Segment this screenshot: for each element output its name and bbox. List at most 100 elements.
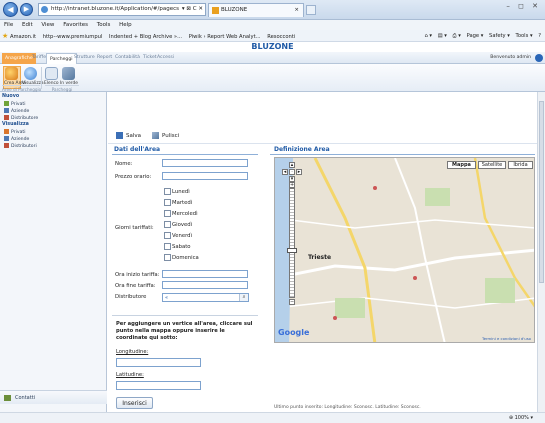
menu-help[interactable]: Help (119, 22, 132, 28)
save-button[interactable]: Salva (116, 128, 141, 144)
zoom-slider-thumb[interactable] (287, 248, 297, 253)
sidebar-item-view-privati[interactable]: Privati (4, 129, 25, 135)
zoom-slider[interactable] (289, 188, 295, 298)
fav-resocconti[interactable]: Resocconti (267, 34, 295, 40)
price-label: Prezzo orario: (115, 174, 152, 180)
checkbox-lunedi[interactable]: Lunedì (164, 188, 190, 195)
address-bar-controls[interactable]: ▾ ⊠ C ✕ (182, 4, 203, 15)
checkbox-box[interactable] (164, 243, 171, 250)
command-tools[interactable]: Tools ▾ (516, 33, 533, 39)
menu-tools[interactable]: Tools (97, 22, 111, 28)
sidebar: Nuovo Privati Aziende Distributore Visua… (0, 92, 107, 412)
address-bar[interactable]: http://intranet.bluzone.it/Application/#… (38, 3, 206, 16)
checkbox-box[interactable] (164, 232, 171, 239)
forward-button[interactable]: ▶ (20, 3, 33, 16)
start-time-input[interactable] (162, 270, 248, 278)
longitude-input[interactable] (116, 358, 201, 367)
checkbox-giovedi[interactable]: Giovedì (164, 221, 192, 228)
map-type-mappa[interactable]: Mappa (447, 161, 476, 169)
ribbon-tab-anagrafiche[interactable]: Anagrafiche (2, 53, 36, 64)
checkbox-box[interactable] (164, 188, 171, 195)
window-controls[interactable]: – ◻ ✕ (506, 2, 541, 10)
sidebar-item-view-aziende[interactable]: Aziende (4, 136, 29, 142)
ribbon-tab-parcheggi[interactable]: Parcheggi (46, 53, 77, 64)
list-icon[interactable] (45, 67, 58, 80)
checkbox-venerdi[interactable]: Venerdì (164, 232, 192, 239)
map-canvas[interactable]: Mappa Satellite Ibrida ▴ ◂ · ▸ ▾ + − Tri… (274, 157, 535, 343)
tab-title: BLUZONE (221, 7, 248, 13)
pan-up-icon[interactable]: ▴ (289, 162, 295, 168)
pan-right-icon[interactable]: ▸ (296, 169, 302, 175)
zoom-out-icon[interactable]: − (289, 299, 295, 305)
tab-favicon-icon (212, 7, 219, 14)
sidebar-item-new-privati[interactable]: Privati (4, 101, 25, 107)
menu-edit[interactable]: Edit (22, 22, 33, 28)
command-safety[interactable]: Safety ▾ (489, 33, 510, 39)
menu-view[interactable]: View (41, 22, 54, 28)
home-icon[interactable]: ⌂ ▾ (424, 33, 432, 39)
latitude-input[interactable] (116, 381, 201, 390)
map-type-satellite[interactable]: Satellite (478, 161, 506, 169)
checkbox-mercoledi[interactable]: Mercoledì (164, 210, 198, 217)
checkbox-martedi[interactable]: Martedì (164, 199, 192, 206)
create-area-icon[interactable] (5, 67, 18, 80)
checkbox-label: Mercoledì (172, 211, 198, 217)
checkbox-domenica[interactable]: Domenica (164, 254, 199, 261)
back-button[interactable]: ◀ (3, 2, 18, 17)
checkbox-box[interactable] (164, 199, 171, 206)
view-icon[interactable] (24, 67, 37, 80)
ribbon-tab-contabilita[interactable]: Contabilità (115, 52, 140, 64)
menu-favorites[interactable]: Favorites (63, 22, 88, 28)
start-time-label: Ora inizio tariffa: (115, 272, 160, 278)
sidebar-item-view-distributori[interactable]: Distributori (4, 143, 37, 149)
pan-left-icon[interactable]: ◂ (282, 169, 288, 175)
map-terms-link[interactable]: Termini e condizioni d'uso (482, 336, 531, 341)
name-label: Nome: (115, 161, 133, 167)
print-icon[interactable]: ⎙ ▾ (453, 33, 461, 39)
clear-button[interactable]: Pulisci (152, 128, 179, 144)
feeds-icon[interactable]: ▤ ▾ (438, 33, 447, 39)
browser-tab-bluzone[interactable]: BLUZONE × (208, 3, 304, 17)
green-view-icon[interactable] (62, 67, 75, 80)
checkbox-sabato[interactable]: Sabato (164, 243, 191, 250)
name-input[interactable] (162, 159, 248, 167)
new-tab-button[interactable] (306, 5, 316, 15)
sidebar-item-new-aziende[interactable]: Aziende (4, 108, 29, 114)
favorites-star-icon[interactable]: ★ (2, 32, 8, 40)
distributor-icon (4, 115, 9, 120)
scrollbar-thumb[interactable] (539, 101, 544, 283)
fav-amazon[interactable]: Amazon.it (10, 34, 36, 40)
tab-close-icon[interactable]: × (294, 4, 299, 17)
ribbon-tab-tariffe[interactable]: Tariffe (32, 52, 46, 64)
zoom-level[interactable]: ⊕ 100% ▾ (509, 413, 533, 423)
insert-button[interactable]: Inserisci (116, 397, 153, 409)
ribbon-group-parcheggi: Parcheggi (45, 85, 79, 92)
ribbon-tab-report[interactable]: Report (97, 52, 112, 64)
price-input[interactable] (162, 172, 248, 180)
ribbon-tab-strutture[interactable]: Strutture (74, 52, 95, 64)
ribbon-separator (41, 67, 42, 89)
welcome-text: Benvenuto admin (490, 55, 531, 60)
combo-arrow-icon: « (165, 295, 169, 301)
sidebar-contacts[interactable]: Contatti (0, 390, 107, 404)
help-icon[interactable]: ? (538, 33, 541, 39)
menu-file[interactable]: File (4, 22, 13, 28)
end-time-input[interactable] (162, 281, 248, 289)
checkbox-box[interactable] (164, 210, 171, 217)
fav-indented-blog[interactable]: Indented + Blog Archive »... (109, 34, 182, 40)
map-type-ibrida[interactable]: Ibrida (508, 161, 533, 169)
sidebar-section-visualizza: Visualizza (2, 122, 29, 127)
app-help-icon[interactable] (535, 54, 543, 62)
distributor-combo[interactable]: « ⌕ (162, 293, 249, 302)
pan-center-icon[interactable]: · (289, 169, 295, 175)
fav-piwik[interactable]: Piwik › Report Web Analyt... (189, 34, 261, 40)
search-icon[interactable]: ⌕ (239, 294, 248, 301)
ribbon-tab-ticket[interactable]: Ticket (143, 52, 157, 64)
checkbox-box[interactable] (164, 221, 171, 228)
sidebar-item-new-distributore[interactable]: Distributore (4, 115, 38, 121)
page-scrollbar[interactable] (537, 92, 545, 412)
command-page[interactable]: Page ▾ (467, 33, 484, 39)
fav-premiumpul[interactable]: http--www.premiumpul (43, 34, 103, 40)
checkbox-box[interactable] (164, 254, 171, 261)
ribbon-tab-accessi[interactable]: Accessi (157, 52, 174, 64)
